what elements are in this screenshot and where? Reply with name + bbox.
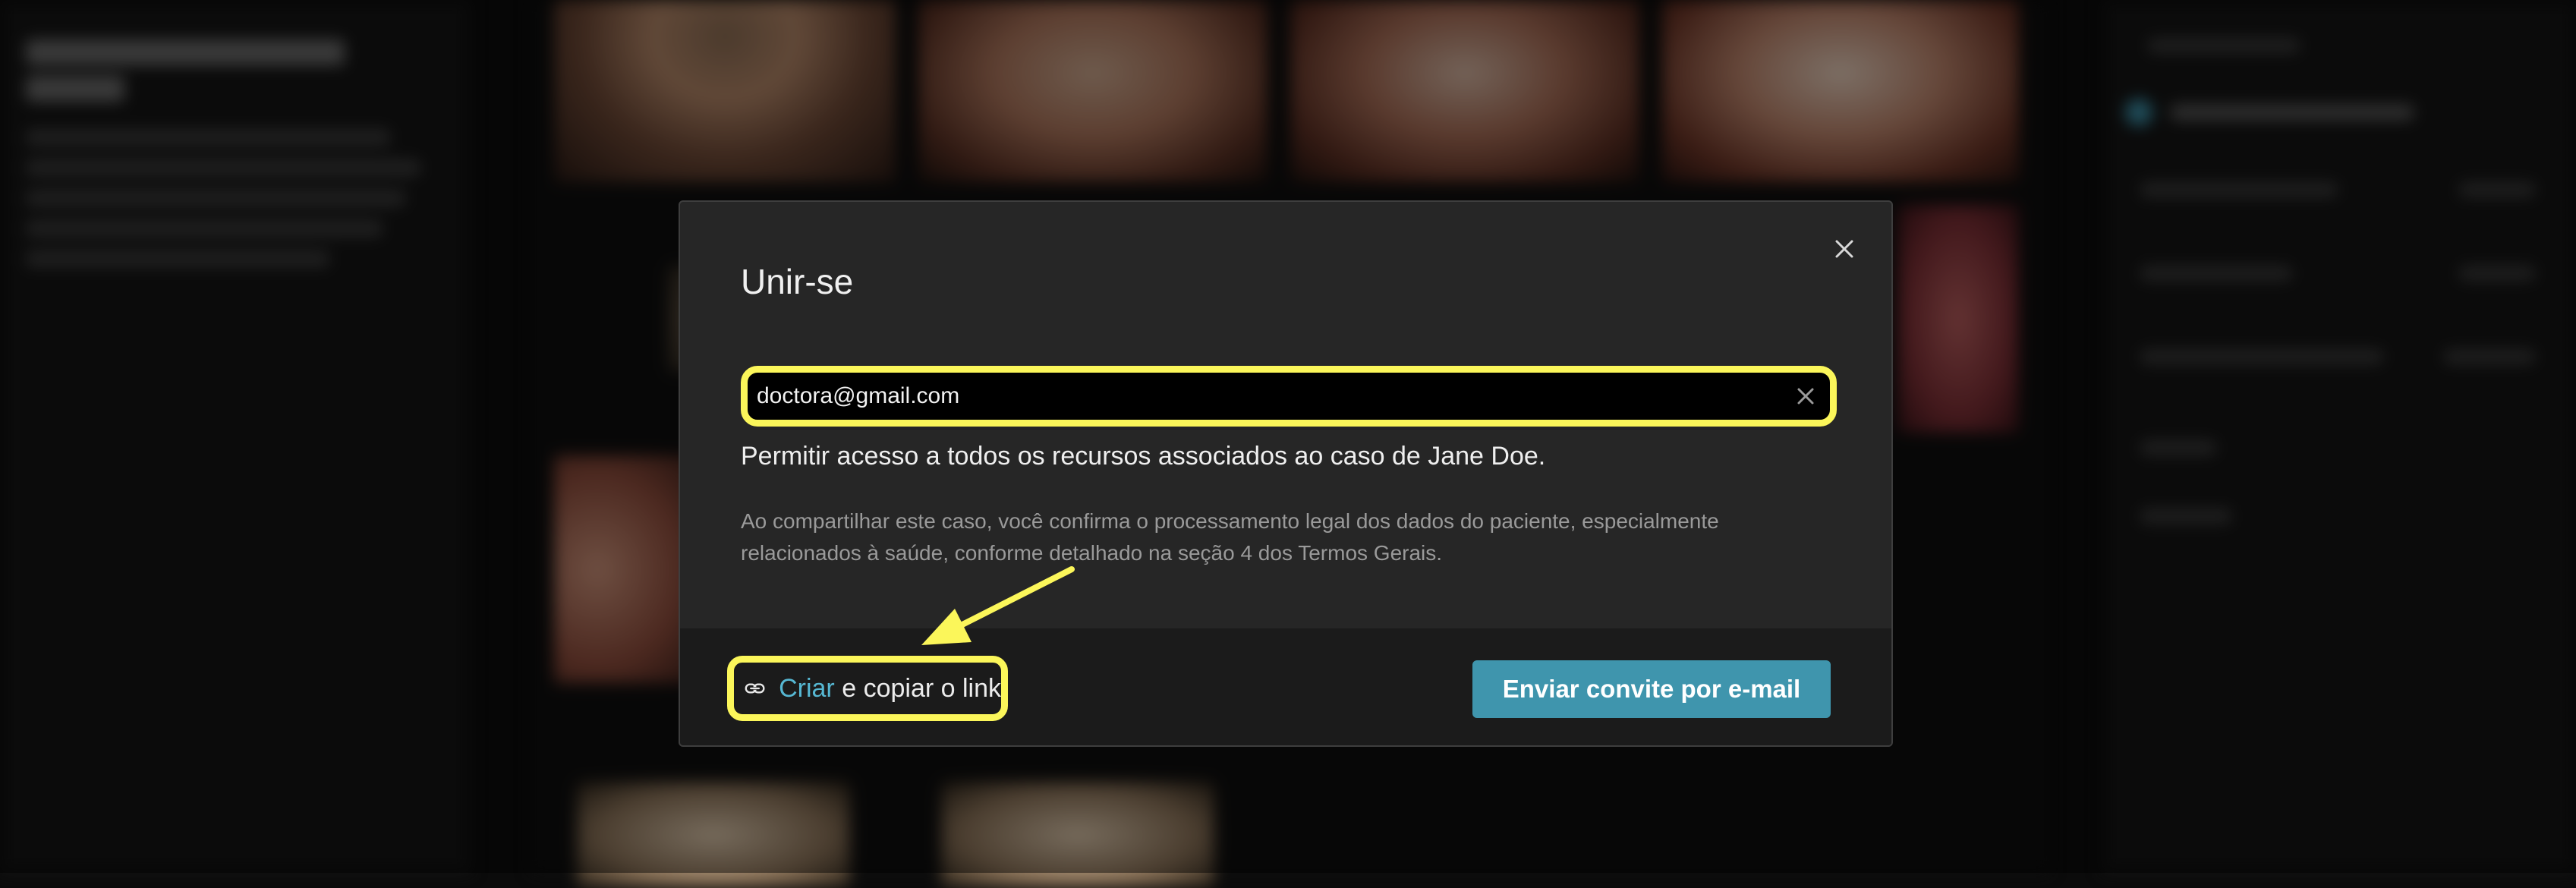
clear-email-button[interactable] [1792,383,1819,410]
link-icon [745,683,765,694]
email-input[interactable] [757,373,1759,420]
close-icon [1835,240,1853,258]
dialog-title: Unir-se [741,262,854,301]
share-dialog: Unir-se Permitir acesso a todos os recur… [679,200,1893,747]
create-copy-link-button[interactable]: Criar e copiar o link [727,656,1008,721]
legal-notice: Ao compartilhar este caso, você confirma… [741,509,1719,565]
send-email-invite-button[interactable]: Enviar convite por e-mail [1472,660,1831,718]
dialog-footer: Criar e copiar o link Enviar convite por… [680,628,1891,745]
clear-icon [1797,388,1814,405]
access-description: Permitir acesso a todos os recursos asso… [741,442,1546,471]
create-copy-link-label: Criar e copiar o link [779,674,1001,704]
copy-link-text: e copiar o link [834,673,1001,703]
create-link-text[interactable]: Criar [779,674,835,703]
email-field-highlight [741,366,1837,427]
close-button[interactable] [1828,232,1861,266]
